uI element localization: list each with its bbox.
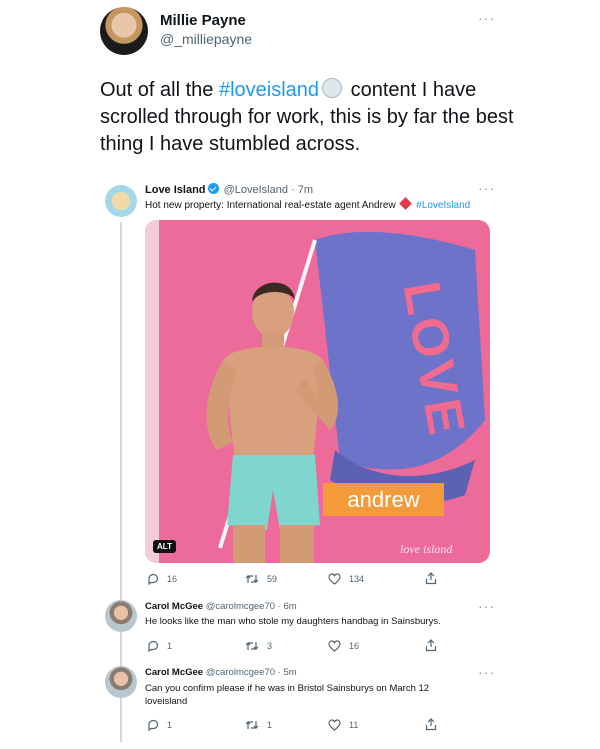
author-handle[interactable]: @_milliepayne — [160, 31, 252, 47]
like-action[interactable]: 11 — [328, 719, 358, 731]
reply-name[interactable]: Carol McGee — [145, 601, 203, 612]
reply-text: Can you confirm please if he was in Bris… — [145, 683, 430, 707]
quoted-hashtag[interactable]: #LoveIsland — [416, 200, 470, 211]
reply-icon — [148, 640, 159, 652]
like-icon — [328, 719, 341, 731]
quoted-header: Love Island @LoveIsland · 7m — [145, 183, 313, 196]
reply-avatar[interactable] — [105, 666, 137, 698]
alt-badge[interactable]: ALT — [153, 540, 176, 553]
quoted-text-body: Hot new property: International real-est… — [145, 200, 396, 211]
name-tag: andrew — [323, 483, 444, 516]
thread-line — [120, 222, 122, 742]
retweet-action[interactable]: 3 — [245, 640, 272, 652]
reply-action[interactable]: 1 — [147, 640, 172, 652]
globe-heart-icon — [322, 78, 343, 98]
share-action[interactable] — [425, 572, 437, 585]
tweet-image[interactable]: LOVE andrew love island ALT — [145, 220, 490, 563]
retweet-count: 3 — [267, 641, 273, 651]
retweet-action[interactable]: 59 — [245, 573, 277, 585]
author-avatar[interactable] — [100, 7, 148, 55]
reply-count: 1 — [167, 641, 173, 651]
quoted-more-icon[interactable]: ··· — [478, 180, 495, 196]
share-action[interactable] — [425, 639, 437, 652]
reply-handle-time[interactable]: @carolmcgee70 · 6m — [206, 601, 297, 612]
share-icon — [425, 572, 437, 585]
quoted-avatar[interactable] — [105, 185, 137, 217]
reply-handle-time[interactable]: @carolmcgee70 · 5m — [206, 667, 297, 678]
author-name[interactable]: Millie Payne — [160, 12, 246, 29]
reply-name[interactable]: Carol McGee — [145, 667, 203, 678]
like-action[interactable]: 134 — [328, 573, 364, 585]
share-icon — [425, 639, 437, 652]
retweet-count: 1 — [267, 720, 273, 730]
retweet-icon — [245, 721, 259, 729]
share-action[interactable] — [425, 718, 437, 731]
like-count: 16 — [349, 641, 360, 651]
retweet-icon — [245, 575, 259, 583]
reply-more-icon[interactable]: ··· — [478, 664, 495, 680]
heart-flag-emoji-icon — [399, 197, 413, 210]
like-count: 134 — [349, 574, 365, 584]
retweet-icon — [245, 642, 259, 650]
like-icon — [328, 573, 341, 585]
reply-count: 1 — [167, 720, 173, 730]
retweet-count: 59 — [267, 574, 278, 584]
like-count: 11 — [349, 720, 359, 730]
reply-avatar[interactable] — [105, 600, 137, 632]
quoted-handle-time[interactable]: @LoveIsland · 7m — [224, 184, 313, 196]
reply-header: Carol McGee @carolmcgee70 · 6m — [145, 601, 297, 612]
reply-text: He looks like the man who stole my daugh… — [145, 616, 441, 627]
share-icon — [425, 718, 437, 731]
retweet-action[interactable]: 1 — [245, 719, 272, 731]
reply-header: Carol McGee @carolmcgee70 · 5m — [145, 667, 297, 678]
reply-more-icon[interactable]: ··· — [478, 598, 495, 614]
watermark: love island — [400, 542, 453, 556]
reply-icon — [148, 573, 159, 585]
more-icon[interactable]: ··· — [478, 10, 495, 26]
quoted-name[interactable]: Love Island — [145, 184, 206, 196]
tweet-text-start: Out of all the — [100, 79, 219, 101]
reply-count: 16 — [167, 574, 178, 584]
like-action[interactable]: 16 — [328, 640, 359, 652]
tweet-hashtag[interactable]: #loveisland — [219, 79, 319, 101]
verified-badge-icon — [207, 183, 219, 194]
reply-action[interactable]: 16 — [147, 573, 177, 585]
reply-icon — [148, 719, 159, 731]
tweet-text: Out of all the #loveisland content I hav… — [100, 77, 530, 158]
like-icon — [328, 640, 341, 652]
quoted-text: Hot new property: International real-est… — [145, 197, 470, 211]
reply-action[interactable]: 1 — [147, 719, 172, 731]
